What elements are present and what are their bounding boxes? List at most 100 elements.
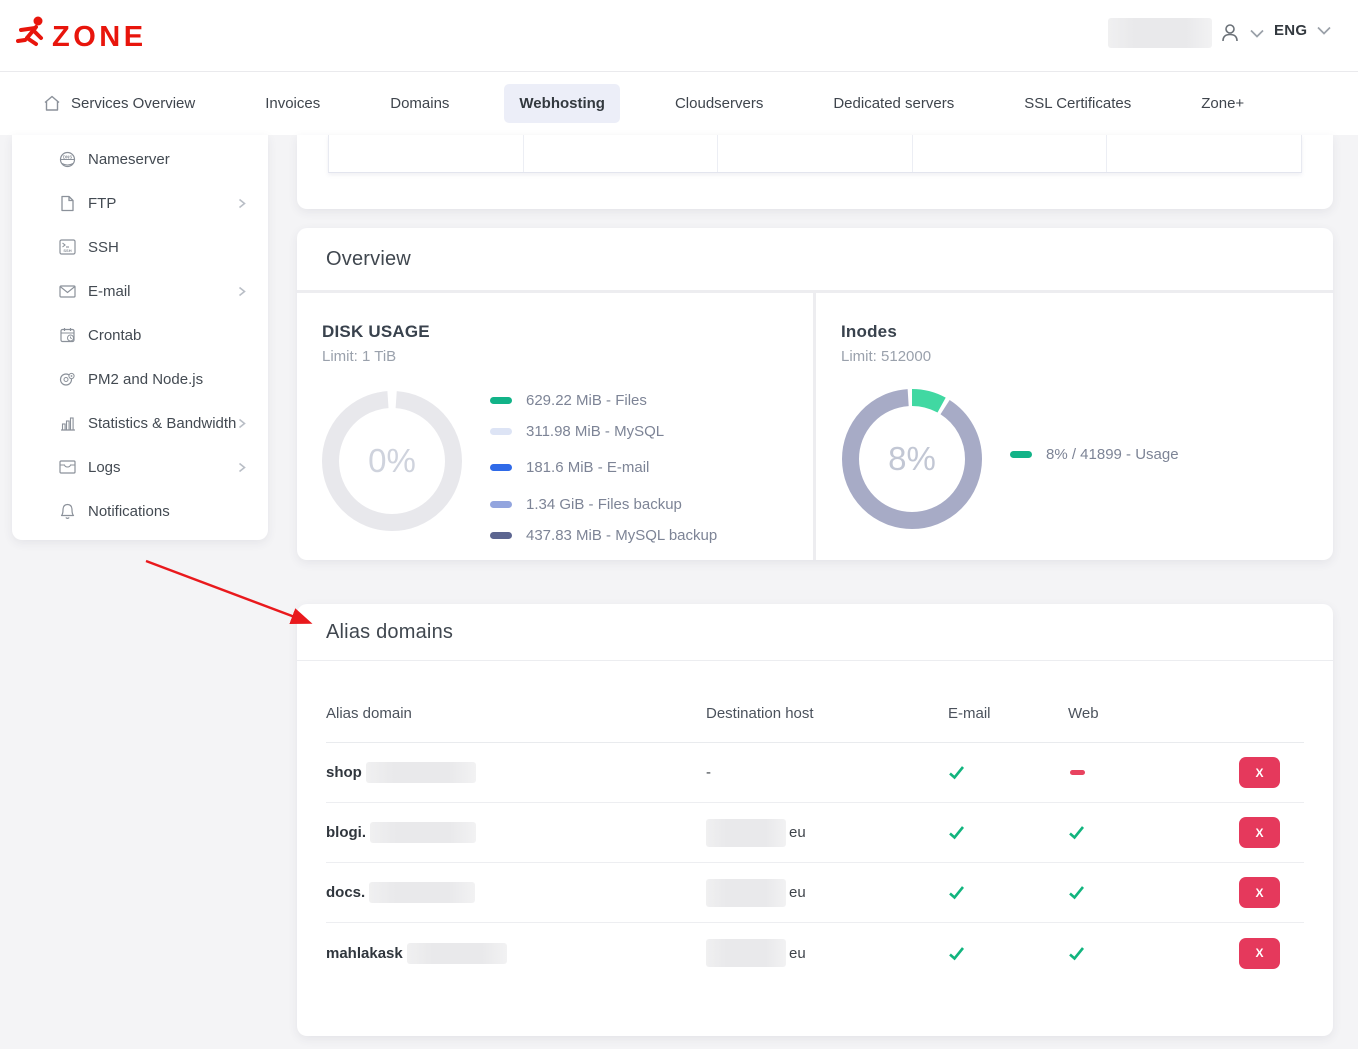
archive-icon bbox=[59, 459, 76, 476]
delete-alias-button[interactable]: X bbox=[1239, 757, 1280, 788]
partial-scrolled-card bbox=[297, 135, 1333, 209]
nav-label: Services Overview bbox=[71, 95, 195, 112]
nav-webhosting[interactable]: Webhosting bbox=[504, 84, 620, 123]
sidebar-item-notifications[interactable]: Notifications bbox=[12, 489, 268, 533]
destination-host-suffix: eu bbox=[789, 824, 806, 841]
redacted-destination bbox=[706, 939, 786, 967]
redacted-domain-suffix bbox=[407, 943, 507, 964]
user-icon bbox=[1219, 22, 1241, 44]
nav-label: Dedicated servers bbox=[833, 95, 954, 112]
delete-alias-button[interactable]: X bbox=[1239, 817, 1280, 848]
chevron-right-icon bbox=[238, 286, 246, 297]
legend-label: 629.22 MiB - Files bbox=[526, 392, 647, 409]
check-icon bbox=[948, 885, 965, 900]
sidebar-item-label: Nameserver bbox=[88, 151, 170, 168]
nav-label: Cloudservers bbox=[675, 95, 763, 112]
user-menu[interactable] bbox=[1219, 22, 1264, 44]
email-status-enabled bbox=[948, 825, 1068, 840]
sidebar-item-statistics-bandwidth[interactable]: Statistics & Bandwidth bbox=[12, 401, 268, 445]
column-header-destination-host: Destination host bbox=[706, 705, 948, 722]
legend-swatch-mysql-backup bbox=[490, 532, 512, 539]
sidebar-item-label: Notifications bbox=[88, 503, 170, 520]
disk-usage-title: DISK USAGE bbox=[322, 322, 430, 342]
web-status-disabled bbox=[1068, 770, 1188, 775]
nav-label: Webhosting bbox=[519, 95, 605, 112]
column-header-web: Web bbox=[1068, 705, 1188, 722]
inodes-title: Inodes bbox=[841, 322, 897, 342]
nav-domains[interactable]: Domains bbox=[375, 84, 464, 123]
inodes-panel: Inodes Limit: 512000 8% 8% / 41899 - Usa… bbox=[816, 293, 1333, 560]
redacted-domain-suffix bbox=[369, 882, 475, 903]
calendar-icon bbox=[59, 327, 76, 344]
bar-chart-icon bbox=[59, 415, 76, 432]
destination-host-suffix: eu bbox=[789, 884, 806, 901]
table-row: docs. eu X bbox=[326, 863, 1304, 923]
legend-swatch-usage bbox=[1010, 451, 1032, 458]
legend-item: 8% / 41899 - Usage bbox=[1010, 446, 1179, 463]
sidebar-item-label: Crontab bbox=[88, 327, 141, 344]
zone-logo-graphic: ZONE bbox=[14, 13, 164, 57]
zone-logo[interactable]: ZONE bbox=[14, 13, 164, 57]
nav-zone-plus[interactable]: Zone+ bbox=[1186, 84, 1259, 123]
legend-item: 629.22 MiB - Files bbox=[490, 392, 717, 409]
sidebar-item-ssh[interactable]: SSH SSH bbox=[12, 225, 268, 269]
check-icon bbox=[948, 946, 965, 961]
nav-services-overview[interactable]: Services Overview bbox=[28, 84, 210, 123]
alias-domains-title: Alias domains bbox=[326, 621, 453, 644]
nav-dedicated-servers[interactable]: Dedicated servers bbox=[818, 84, 969, 123]
sidebar-item-logs[interactable]: Logs bbox=[12, 445, 268, 489]
chevron-right-icon bbox=[238, 198, 246, 209]
nav-label: Invoices bbox=[265, 95, 320, 112]
alias-domain-name: mahlakask bbox=[326, 945, 403, 962]
language-selector[interactable]: ENG bbox=[1274, 22, 1331, 39]
sidebar-item-email[interactable]: E-mail bbox=[12, 269, 268, 313]
nav-label: SSL Certificates bbox=[1024, 95, 1131, 112]
chevron-down-icon bbox=[1317, 26, 1331, 35]
redacted-destination bbox=[706, 879, 786, 907]
home-icon bbox=[43, 95, 61, 112]
nav-invoices[interactable]: Invoices bbox=[250, 84, 335, 123]
mail-icon bbox=[59, 283, 76, 300]
legend-label: 1.34 GiB - Files backup bbox=[526, 496, 682, 513]
inodes-legend: 8% / 41899 - Usage bbox=[1010, 446, 1179, 463]
sidebar-item-label: SSH bbox=[88, 239, 119, 256]
nav-cloudservers[interactable]: Cloudservers bbox=[660, 84, 778, 123]
sidebar-item-label: Logs bbox=[88, 459, 121, 476]
delete-alias-button[interactable]: X bbox=[1239, 877, 1280, 908]
alias-domains-card: Alias domains Alias domain Destination h… bbox=[297, 604, 1333, 1036]
alias-domain-name: docs. bbox=[326, 884, 365, 901]
check-icon bbox=[1068, 825, 1085, 840]
overview-card: Overview DISK USAGE Limit: 1 TiB 0% 629.… bbox=[297, 228, 1333, 560]
sidebar-item-crontab[interactable]: Crontab bbox=[12, 313, 268, 357]
gears-icon bbox=[59, 371, 76, 388]
web-status-enabled bbox=[1068, 946, 1188, 961]
check-icon bbox=[948, 765, 965, 780]
destination-host: - bbox=[706, 764, 711, 781]
sidebar-item-pm2-nodejs[interactable]: PM2 and Node.js bbox=[12, 357, 268, 401]
empty-table-cell bbox=[1107, 135, 1301, 172]
table-row: shop - X bbox=[326, 743, 1304, 803]
column-header-email: E-mail bbox=[948, 705, 1068, 722]
sidebar-item-ftp[interactable]: FTP bbox=[12, 181, 268, 225]
delete-alias-button[interactable]: X bbox=[1239, 938, 1280, 969]
terminal-icon: SSH bbox=[59, 239, 76, 256]
overview-title: Overview bbox=[326, 248, 411, 271]
empty-table-cell bbox=[329, 135, 524, 172]
empty-table-cell bbox=[913, 135, 1108, 172]
legend-label: 181.6 MiB - E-mail bbox=[526, 459, 649, 476]
legend-item: 181.6 MiB - E-mail bbox=[490, 459, 717, 476]
sidebar-item-nameserver[interactable]: DNS Nameserver bbox=[12, 137, 268, 181]
nav-ssl-certificates[interactable]: SSL Certificates bbox=[1009, 84, 1146, 123]
disk-usage-percent: 0% bbox=[322, 391, 462, 531]
table-row: mahlakask eu X bbox=[326, 923, 1304, 983]
email-status-enabled bbox=[948, 946, 1068, 961]
disk-usage-panel: DISK USAGE Limit: 1 TiB 0% 629.22 MiB - … bbox=[297, 293, 813, 560]
legend-item: 311.98 MiB - MySQL bbox=[490, 423, 717, 440]
email-status-enabled bbox=[948, 885, 1068, 900]
nav-label: Domains bbox=[390, 95, 449, 112]
web-status-enabled bbox=[1068, 885, 1188, 900]
sidebar-item-label: FTP bbox=[88, 195, 116, 212]
legend-swatch-mysql bbox=[490, 428, 512, 435]
dns-icon: DNS bbox=[59, 151, 76, 168]
account-name-redacted[interactable] bbox=[1108, 18, 1212, 48]
